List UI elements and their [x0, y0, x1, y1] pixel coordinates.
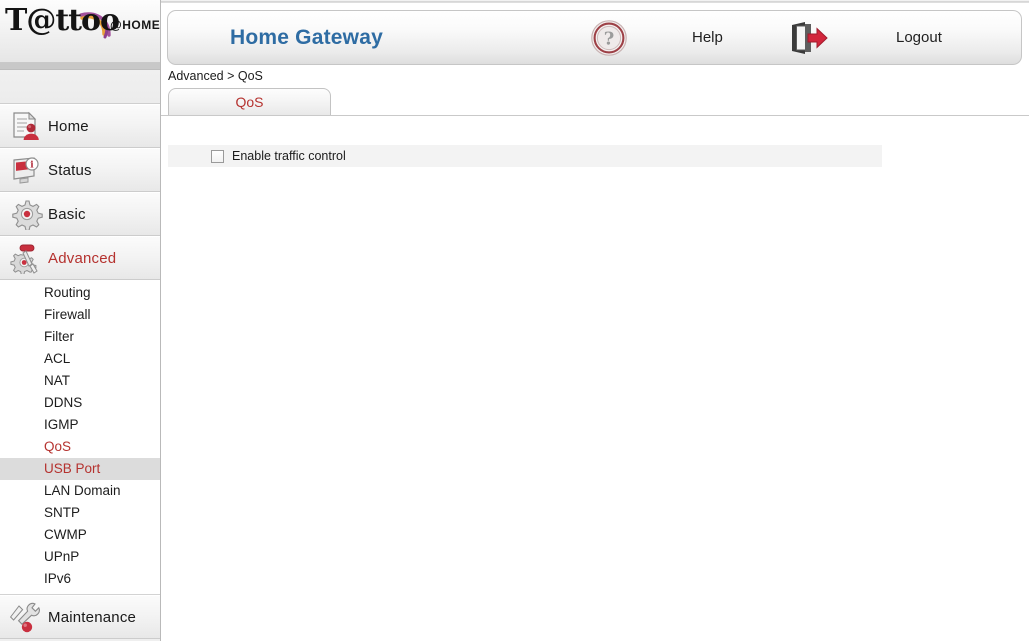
logout-link[interactable]: Logout: [896, 11, 942, 64]
gear-icon: [6, 196, 48, 232]
question-circle-icon[interactable]: ?: [590, 19, 628, 57]
svg-text:?: ?: [604, 28, 615, 49]
sidebar-subitem-ddns[interactable]: DDNS: [0, 392, 160, 414]
sidebar-subitem-lan-domain[interactable]: LAN Domain: [0, 480, 160, 502]
sidebar-subitem-firewall[interactable]: Firewall: [0, 304, 160, 326]
gear-wrench-icon: [6, 240, 48, 276]
page-header-bar: Home Gateway ? Help Logout: [167, 10, 1022, 65]
main-area: Home Gateway ? Help Logout Advanced > Qo…: [161, 0, 1029, 641]
sidebar-item-basic[interactable]: Basic: [0, 192, 160, 236]
sidebar-subitem-routing[interactable]: Routing: [0, 282, 160, 304]
sidebar-subitem-filter[interactable]: Filter: [0, 326, 160, 348]
brand-wordmark: T@ttoo: [5, 3, 120, 38]
sidebar: T@ttoo @HOME Home i Status Basic Advance…: [0, 0, 161, 641]
content-panel: Enable traffic control: [161, 116, 1029, 641]
sidebar-item-maintenance[interactable]: Maintenance: [0, 595, 160, 639]
sidebar-item-advanced[interactable]: Advanced: [0, 236, 160, 280]
sidebar-subnav: Routing Firewall Filter ACL NAT DDNS IGM…: [0, 280, 160, 595]
enable-traffic-control-label[interactable]: Enable traffic control: [232, 149, 346, 163]
enable-traffic-control-row: Enable traffic control: [168, 145, 882, 167]
sidebar-subitem-qos[interactable]: QoS: [0, 436, 160, 458]
door-exit-arrow-icon[interactable]: [788, 20, 830, 56]
sidebar-subitem-ipv6[interactable]: IPv6: [0, 568, 160, 590]
document-user-icon: [6, 108, 48, 144]
brand-suffix: @HOME: [110, 18, 160, 32]
monitor-info-icon: i: [6, 152, 48, 188]
breadcrumb: Advanced > QoS: [168, 69, 263, 83]
sidebar-item-label: Advanced: [48, 249, 117, 267]
sidebar-subitem-acl[interactable]: ACL: [0, 348, 160, 370]
sidebar-subitem-nat[interactable]: NAT: [0, 370, 160, 392]
sidebar-item-home[interactable]: Home: [0, 104, 160, 148]
sidebar-item-label: Home: [48, 117, 89, 135]
wrench-screwdriver-icon: [6, 599, 48, 635]
sidebar-item-label: Status: [48, 161, 92, 179]
tab-strip: QoS: [161, 88, 1029, 116]
sidebar-item-label: Maintenance: [48, 608, 137, 626]
top-rule: [161, 0, 1029, 3]
brand-logo[interactable]: T@ttoo @HOME: [0, 0, 160, 63]
sidebar-item-label: Basic: [48, 205, 86, 223]
svg-text:i: i: [30, 161, 34, 171]
sidebar-subitem-sntp[interactable]: SNTP: [0, 502, 160, 524]
sidebar-subitem-igmp[interactable]: IGMP: [0, 414, 160, 436]
sidebar-divider-strip: [0, 63, 160, 70]
sidebar-subitem-usb-port[interactable]: USB Port: [0, 458, 160, 480]
page-title: Home Gateway: [230, 26, 383, 49]
sidebar-item-status[interactable]: i Status: [0, 148, 160, 192]
enable-traffic-control-checkbox[interactable]: [211, 149, 224, 163]
help-link[interactable]: Help: [692, 11, 723, 64]
sidebar-subitem-cwmp[interactable]: CWMP: [0, 524, 160, 546]
sidebar-subitem-upnp[interactable]: UPnP: [0, 546, 160, 568]
tab-qos[interactable]: QoS: [168, 88, 331, 115]
sidebar-spacer: [0, 70, 160, 104]
